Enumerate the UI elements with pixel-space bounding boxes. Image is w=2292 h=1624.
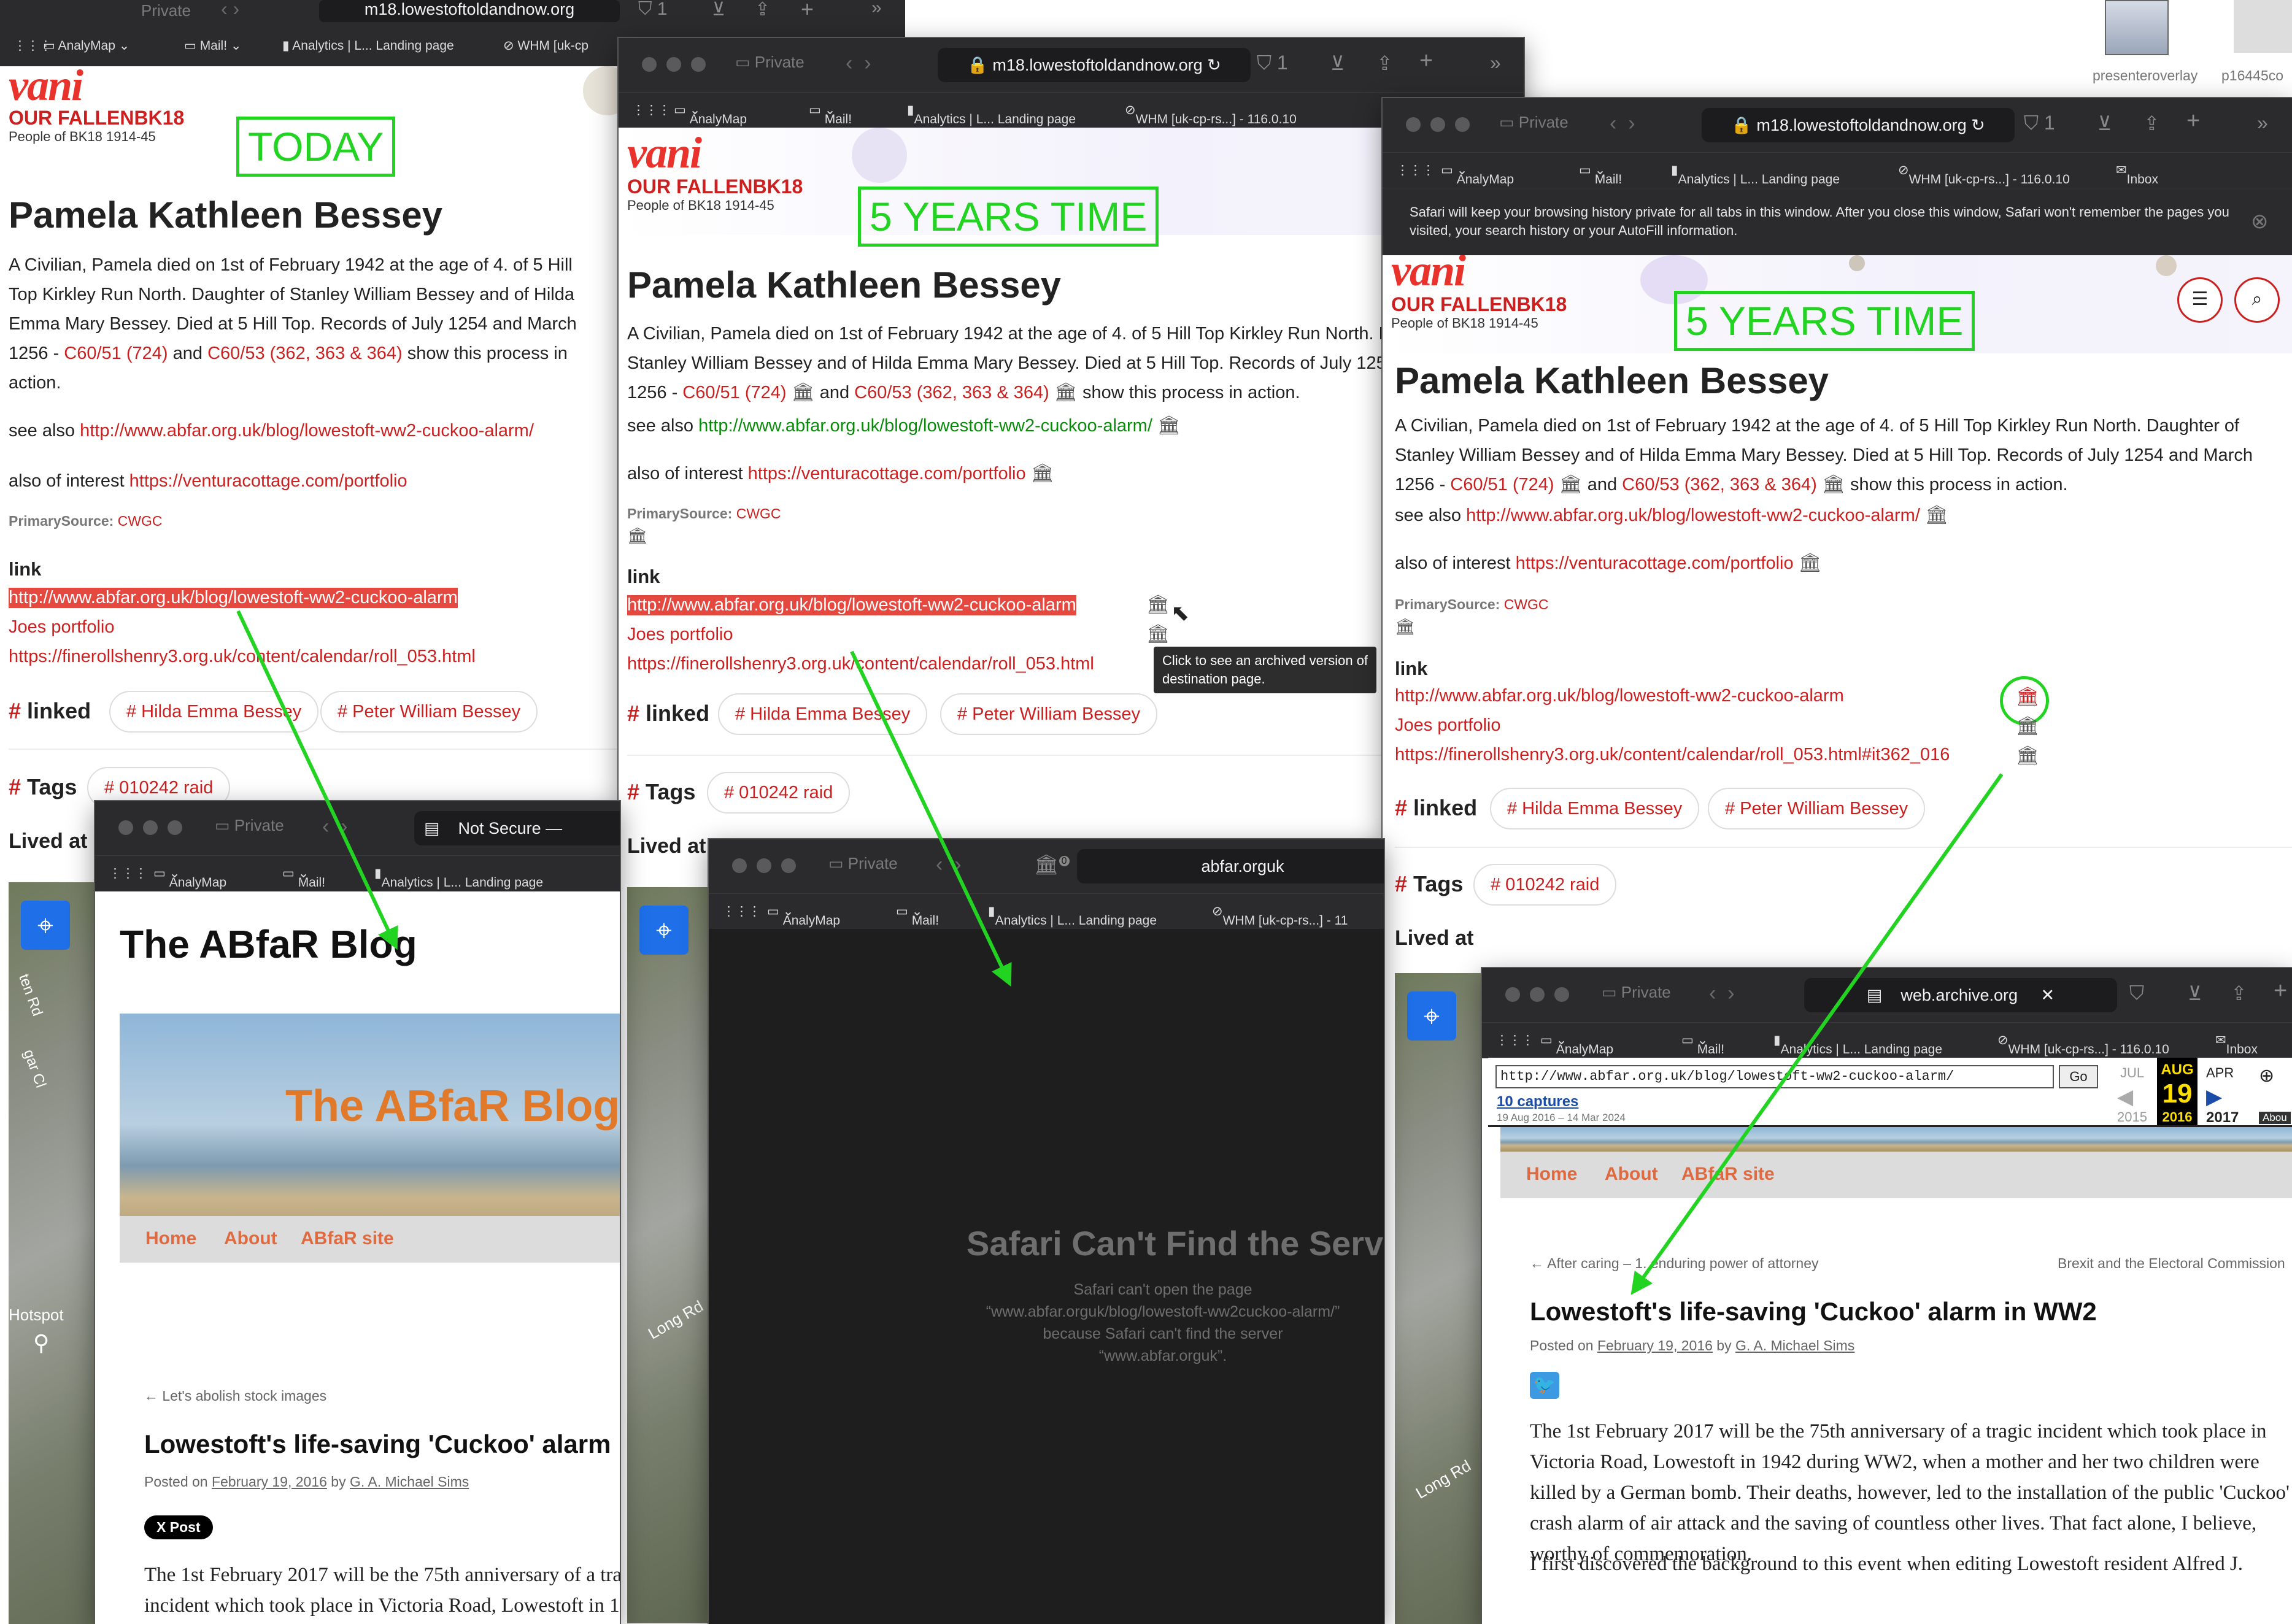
arrow-right-to-archive	[1630, 773, 2004, 1295]
arrow-today-to-blog	[236, 610, 398, 950]
annotation-arrows	[236, 610, 2004, 1295]
arrow-mid-to-error	[850, 650, 1012, 987]
